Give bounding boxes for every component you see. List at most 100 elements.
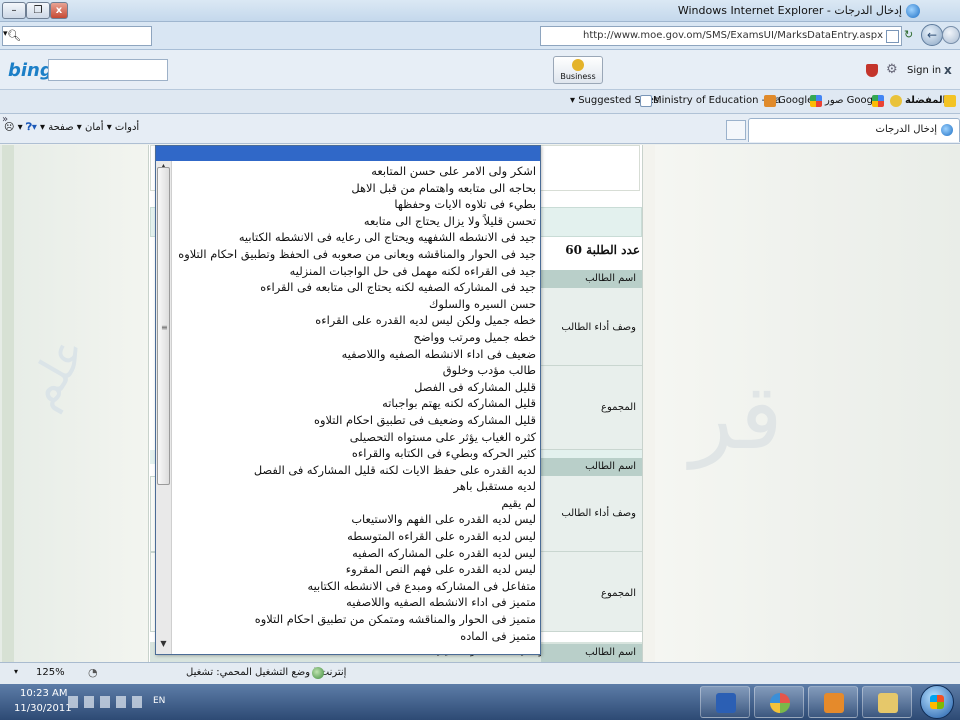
dropdown-option[interactable]: خطه جميل ومرتب وواضح — [176, 329, 536, 346]
ie-icon — [941, 124, 953, 136]
business-icon — [572, 59, 584, 71]
watermark-decoration: قر — [690, 365, 783, 470]
dropdown-option[interactable]: متفاعل فى المشاركه ومبدع فى الانشطه الكت… — [176, 578, 537, 595]
dropdown-option[interactable]: ليس لديه القدره على الفهم والاستيعاب — [176, 511, 536, 528]
dropdown-option[interactable]: بطيء فى تلاوه الايات وحفظها — [176, 196, 536, 213]
new-tab-button[interactable] — [726, 120, 746, 140]
tab-marks-entry[interactable]: إدخال الدرجات — [748, 118, 960, 142]
bing-toolbar: bing Business ⚙ Sign in x — [0, 50, 960, 90]
forward-button[interactable] — [942, 26, 960, 44]
total-label: المجموع — [541, 366, 642, 450]
bing-search-input[interactable] — [48, 59, 168, 81]
scroll-strip — [2, 145, 14, 662]
start-button[interactable] — [920, 685, 954, 719]
dropdown-scrollbar[interactable]: ▲ ≡ ▼ — [156, 161, 172, 654]
page-label: صفحة — [48, 122, 74, 133]
dropdown-option[interactable]: ليس لديه القدره على فهم النص المقروء — [176, 561, 536, 578]
window-title: Windows Internet Explorer - إدخال الدرجا… — [677, 4, 902, 17]
dropdown-option[interactable]: جيد فى القراءه لكنه مهمل فى حل الواجبات … — [176, 263, 536, 280]
word-task-button[interactable] — [700, 686, 750, 718]
favorites-label[interactable]: المفضلة — [905, 95, 946, 106]
dropdown-option[interactable]: ليس لديه القدره على القراءه المتوسطه — [176, 528, 536, 545]
dropdown-option[interactable]: حسن السيره والسلوك — [176, 296, 536, 313]
google-icon — [872, 95, 884, 107]
safety-label: أمان — [85, 122, 104, 133]
language-indicator[interactable]: EN — [153, 696, 165, 706]
word-icon — [716, 693, 736, 713]
minimize-button[interactable]: – — [2, 2, 26, 19]
star-icon[interactable] — [944, 95, 956, 107]
address-bar: ▾ 🔍︎ http://www.moe.gov.om/SMS/ExamsUI/M… — [0, 22, 960, 50]
dropdown-option[interactable]: كثير الحركه وبطيء فى الكتابه والقراءه — [176, 445, 536, 462]
ministry-link[interactable]: Ministry of Education - ga — [653, 95, 781, 106]
dropdown-option[interactable]: متميز فى الماده — [176, 628, 536, 645]
business-button[interactable]: Business — [553, 56, 603, 84]
student-name-header: اسم الطالب — [541, 270, 642, 288]
close-toolbar-icon[interactable]: x — [944, 63, 952, 77]
media-task-button[interactable] — [754, 686, 804, 718]
windows-logo-icon — [930, 695, 944, 709]
chevron-down-icon[interactable]: ▾ — [14, 667, 18, 676]
add-favorite-icon[interactable] — [890, 95, 902, 107]
dropdown-option[interactable]: لديه مستقبل باهر — [176, 478, 536, 495]
tray-icon[interactable] — [68, 696, 78, 708]
scroll-thumb[interactable]: ≡ — [157, 167, 170, 485]
dropdown-option[interactable]: كثره الغياب يؤثر على مستواه التحصيلى — [176, 429, 536, 446]
help-button[interactable]: ❓︎▾ — [26, 122, 37, 133]
google-link[interactable]: Google — [778, 95, 813, 106]
clock-date[interactable]: 11/30/2011 — [14, 703, 72, 714]
close-window-button[interactable]: x — [50, 2, 68, 19]
dropdown-option[interactable]: متميز فى اداء الانشطه الصفيه واللاصفيه — [176, 594, 536, 611]
zoom-level[interactable]: 125% — [36, 667, 65, 678]
safety-menu[interactable]: ▾ أمان — [85, 122, 112, 133]
tray-icon[interactable] — [132, 696, 142, 708]
scroll-down-icon[interactable]: ▼ — [157, 639, 170, 653]
shield-icon[interactable] — [866, 64, 878, 77]
window-titlebar: – ❐ x Windows Internet Explorer - إدخال … — [0, 0, 960, 22]
clock-time[interactable]: 10:23 AM — [20, 688, 67, 699]
dropdown-options: اشكر ولى الامر على حسن المتابعه بحاجه الى… — [176, 163, 536, 644]
player-task-button[interactable] — [808, 686, 858, 718]
total-label: المجموع — [541, 552, 642, 632]
dropdown-option[interactable]: بحاجه الى متابعه واهتمام من قبل الاهل — [176, 180, 536, 197]
command-menu: ☹︎ ▾ ❓︎▾ ▾ أدوات ▾ أمان ▾ صفحة — [4, 122, 139, 133]
dropdown-option[interactable]: اشكر ولى الامر على حسن المتابعه — [176, 163, 536, 180]
dropdown-option[interactable]: تحسن قليلاً ولا يزال يحتاج الى متابعه — [176, 213, 536, 230]
dropdown-selected-option[interactable] — [156, 146, 540, 161]
url-field[interactable]: http://www.moe.gov.om/SMS/ExamsUI/MarksD… — [540, 26, 902, 46]
tray-icon[interactable] — [100, 696, 110, 708]
sign-in-link[interactable]: Sign in — [907, 65, 941, 76]
dropdown-option[interactable]: متميز فى الحوار والمناقشه ومتمكن من تطبي… — [176, 611, 536, 628]
help-icon[interactable]: ☹︎ ▾ — [4, 122, 23, 133]
comment-dropdown-list[interactable]: ▲ ≡ ▼ اشكر ولى الامر على حسن المتابعهبحا… — [155, 145, 541, 655]
student-count: عدد الطلبة 60 — [565, 243, 640, 257]
page-icon — [886, 30, 899, 43]
search-box[interactable]: ▾ 🔍︎ — [2, 26, 152, 46]
gear-icon[interactable]: ⚙ — [886, 62, 898, 77]
explorer-task-button[interactable] — [862, 686, 912, 718]
dropdown-option[interactable]: قليل المشاركه فى الفصل — [176, 379, 536, 396]
dropdown-option[interactable]: ضعيف فى اداء الانشطه الصفيه واللاصفيه — [176, 346, 536, 363]
back-button[interactable]: ← — [921, 24, 943, 46]
dropdown-option[interactable]: طالب مؤدب وخلوق — [176, 362, 536, 379]
media-icon — [770, 693, 790, 713]
refresh-icon[interactable]: ↻ — [904, 28, 913, 41]
dropdown-option[interactable]: جيد فى الحوار والمناقشه ويعانى من صعوبه … — [176, 246, 536, 263]
dropdown-option[interactable]: قليل المشاركه لكنه يهتم بواجباته — [176, 395, 536, 412]
tray-icon[interactable] — [84, 696, 94, 708]
dropdown-option[interactable]: جيد فى المشاركه الصفيه لكنه يحتاج الى مت… — [176, 279, 536, 296]
search-icon[interactable]: 🔍︎ — [7, 29, 21, 42]
page-menu[interactable]: ▾ صفحة — [48, 122, 82, 133]
tools-label: أدوات — [114, 122, 140, 133]
restore-button[interactable]: ❐ — [26, 2, 50, 19]
dropdown-option[interactable]: قليل المشاركه وضعيف فى تطبيق احكام التلا… — [176, 412, 536, 429]
dropdown-option[interactable]: خطه جميل ولكن ليس لديه القدره على القراء… — [176, 312, 536, 329]
tray-icon[interactable] — [116, 696, 126, 708]
dropdown-option[interactable]: لديه القدره على حفظ الايات لكنه قليل الم… — [176, 462, 536, 479]
dropdown-option[interactable]: لم يقيم — [176, 495, 536, 512]
bing-logo: bing — [8, 60, 53, 81]
dropdown-option[interactable]: ليس لديه القدره على المشاركه الصفيه — [176, 545, 536, 562]
google-icon — [810, 95, 822, 107]
dropdown-option[interactable]: جيد فى الانشطه الشفهيه ويحتاج الى رعايه … — [176, 229, 536, 246]
protected-mode-icon[interactable]: ◔ — [88, 666, 98, 679]
